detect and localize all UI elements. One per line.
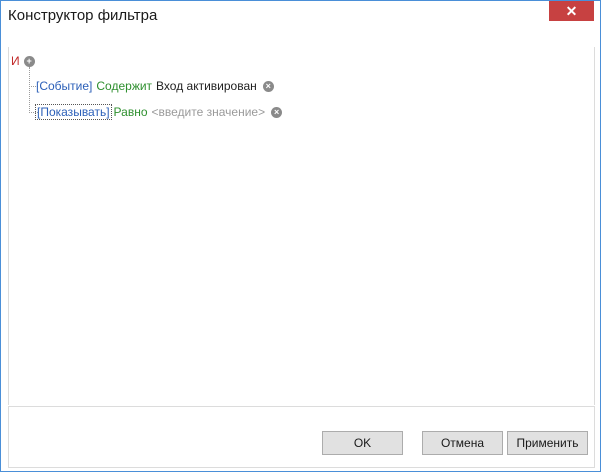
close-button[interactable]: ✕ (549, 1, 594, 21)
condition-row: [Показывать] Равно <введите значение> × (35, 104, 283, 120)
ok-button[interactable]: OK (322, 431, 403, 455)
filter-builder-window: Конструктор фильтра ✕ И + [Событие] Соде… (0, 0, 601, 472)
condition-field[interactable]: [Событие] (36, 79, 92, 93)
x-circle-icon[interactable]: × (271, 106, 283, 118)
close-icon: ✕ (565, 2, 578, 19)
condition-value[interactable]: Вход активирован (156, 79, 257, 93)
condition-field[interactable]: [Показывать] (35, 104, 112, 120)
plus-circle-icon[interactable]: + (23, 55, 35, 67)
filter-tree: И + [Событие] Содержит Вход активирован … (9, 47, 594, 405)
button-bar: OK Отмена Применить (8, 406, 595, 468)
title-bar: Конструктор фильтра ✕ (1, 1, 600, 31)
condition-operator[interactable]: Содержит (96, 79, 152, 93)
condition-row: [Событие] Содержит Вход активирован × (36, 79, 274, 93)
window-title: Конструктор фильтра (8, 7, 158, 24)
group-row: И + (11, 54, 35, 68)
cancel-button[interactable]: Отмена (422, 431, 503, 455)
condition-value-placeholder[interactable]: <введите значение> (152, 105, 266, 119)
group-operator[interactable]: И (11, 54, 20, 68)
condition-operator[interactable]: Равно (114, 105, 148, 119)
apply-button[interactable]: Применить (507, 431, 588, 455)
x-circle-icon[interactable]: × (262, 80, 274, 92)
filter-tree-panel: И + [Событие] Содержит Вход активирован … (8, 47, 595, 405)
